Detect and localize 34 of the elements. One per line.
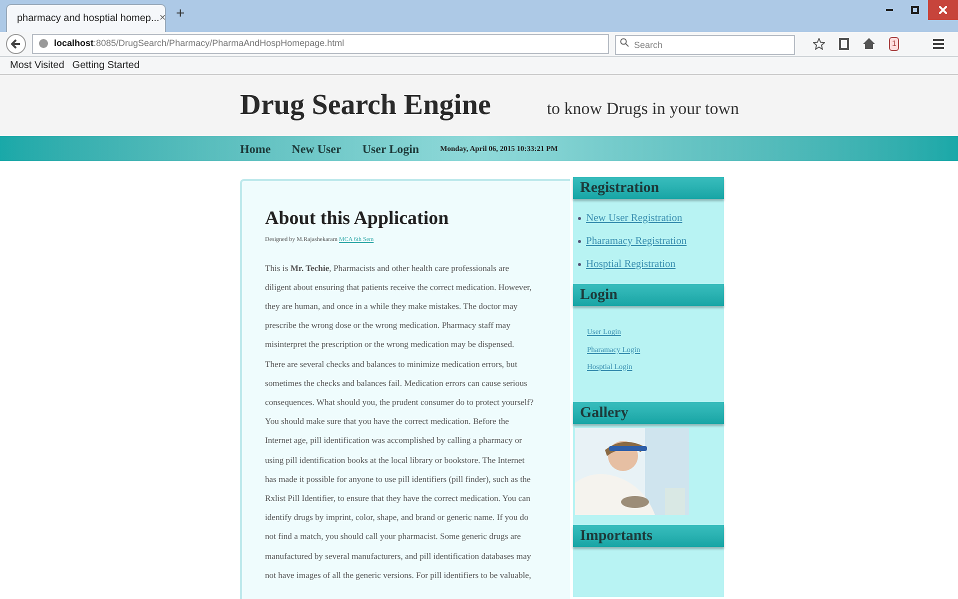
article-heading: About this Application — [265, 207, 450, 231]
site-tagline: to know Drugs in your town — [546, 98, 740, 120]
arrow-icon — [11, 38, 21, 49]
bullet-icon — [578, 262, 581, 266]
close-tab-button[interactable]: × — [159, 10, 166, 26]
sidebar-link[interactable]: Hosptial Registration — [586, 256, 676, 272]
globe-icon — [39, 39, 48, 48]
search-field[interactable]: Search — [615, 34, 795, 55]
menu-icon[interactable] — [933, 38, 944, 49]
section-header: Login — [573, 284, 724, 306]
article-text: This is Mr. Techie, Pharmacists and other health care professionals are diligent about ensuring that patients receive the correct medication. However, they are human, and once in a while they make mistakes. The doctor may prescribe the wrong dose or the wrong medication. Pharmacy staff may misinterpret the prescription or the wrong medication may be dispensed. There are several checks and balances to minimize medication errors, but sometimes the checks and balances fail. Medication errors can cause serious consequences. What should you, the prudent consumer do to protect yourself? You should make sure that you have the correct medication. Before the Internet age, pill identification was accomplished by calling a pharmacy or using pill identification books at the local library or bookstore. The Internet has made it possible for anyone to use pill identifiers (pill finder), such as the Rxlist Pill Identifier, to ensure that they have the correct medication. You can identify drugs by imprint, color, shape, and brand or generic name. If you do not find a match, you should call your pharmacist. Some generic drugs are manufactured by several manufacturers, and pill identification databases may not have images of all the generic versions. For pill identifiers to be valuable, — [265, 262, 535, 582]
sidebar-link[interactable]: New User Registration — [586, 211, 682, 227]
site-title: Drug Search Engine — [240, 88, 491, 124]
nav-link[interactable]: New User — [292, 140, 342, 158]
new-tab-button[interactable]: + — [176, 3, 185, 26]
section-header: Registration — [573, 177, 724, 199]
sidebar-link[interactable]: Pharamacy Registration — [586, 234, 687, 250]
section-header: Importants — [573, 525, 724, 547]
search-icon — [620, 38, 629, 47]
notification-badge[interactable]: 1 — [889, 36, 900, 51]
back-button[interactable] — [6, 34, 26, 54]
address-field[interactable]: localhost:8085/DrugSearch/Pharmacy/PharmaAndHospHomepage.html — [32, 34, 609, 54]
bookmark-link[interactable]: Most Visited — [10, 58, 64, 73]
browser-tab[interactable]: pharmacy and hosptial homep...× — [6, 4, 166, 32]
star-icon[interactable] — [813, 38, 825, 50]
nav-link[interactable]: User Login — [362, 140, 420, 158]
downloads-icon[interactable] — [839, 38, 849, 50]
close-icon[interactable] — [928, 0, 958, 20]
bullet-icon — [578, 240, 581, 244]
section-header: Gallery — [573, 402, 724, 424]
bookmark-link[interactable]: Getting Started — [72, 58, 140, 73]
home-icon[interactable] — [863, 38, 875, 50]
bullet-icon — [578, 217, 581, 220]
nav-link[interactable]: Home — [240, 140, 271, 158]
